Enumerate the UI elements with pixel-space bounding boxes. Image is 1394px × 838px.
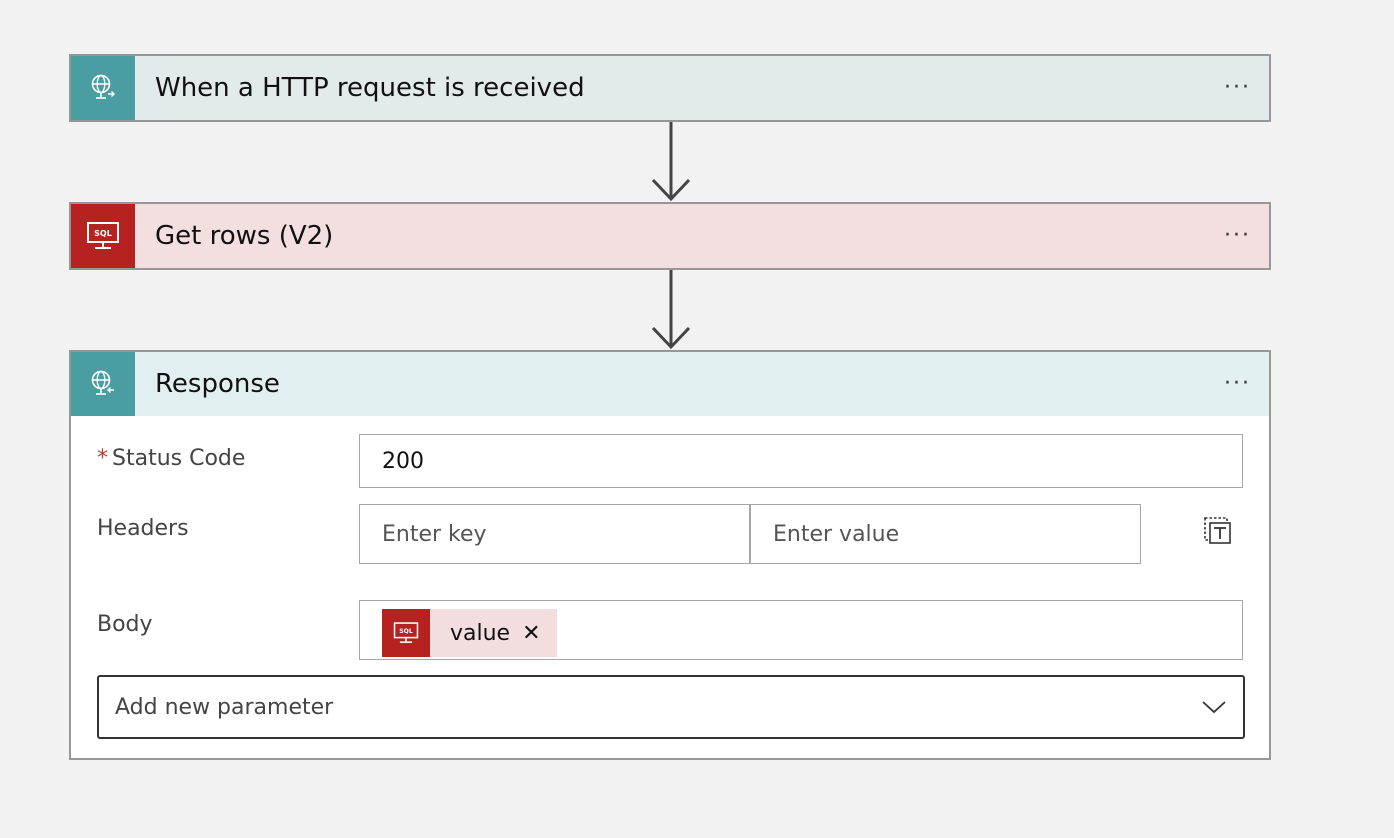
- add-new-parameter-dropdown[interactable]: Add new parameter: [97, 675, 1245, 739]
- chevron-down-icon: [1202, 701, 1226, 714]
- token-label: value: [450, 620, 511, 646]
- get-rows-card-header[interactable]: SQL Get rows (V2) ···: [71, 204, 1269, 268]
- http-response-icon: [71, 352, 135, 416]
- response-card-header[interactable]: Response ···: [71, 352, 1269, 416]
- status-code-label-text: Status Code: [112, 446, 246, 471]
- text-mode-icon[interactable]: [1201, 514, 1233, 546]
- status-code-value: 200: [382, 448, 424, 474]
- header-value-input[interactable]: Enter value: [750, 504, 1141, 564]
- trigger-more-options-button[interactable]: ···: [1224, 77, 1251, 99]
- required-mark: *: [97, 446, 108, 471]
- trigger-title: When a HTTP request is received: [155, 73, 585, 103]
- status-code-input[interactable]: 200: [359, 434, 1243, 488]
- get-rows-title: Get rows (V2): [155, 221, 334, 251]
- response-card[interactable]: Response ··· * Status Code 200 Headers En…: [69, 350, 1271, 760]
- headers-label: Headers: [97, 516, 189, 541]
- header-key-placeholder: Enter key: [382, 521, 487, 547]
- body-input[interactable]: SQL value ✕: [359, 600, 1243, 660]
- get-rows-more-options-button[interactable]: ···: [1224, 225, 1251, 247]
- trigger-card[interactable]: When a HTTP request is received ···: [69, 54, 1271, 122]
- svg-text:SQL: SQL: [399, 628, 413, 635]
- response-more-options-button[interactable]: ···: [1224, 373, 1251, 395]
- trigger-card-header[interactable]: When a HTTP request is received ···: [71, 56, 1269, 120]
- remove-token-button[interactable]: ✕: [522, 621, 540, 646]
- get-rows-card[interactable]: SQL Get rows (V2) ···: [69, 202, 1271, 270]
- svg-text:SQL: SQL: [94, 229, 112, 238]
- dynamic-content-token[interactable]: SQL value ✕: [382, 609, 557, 657]
- response-title: Response: [155, 369, 280, 399]
- header-value-placeholder: Enter value: [773, 521, 900, 547]
- http-request-icon: [71, 56, 135, 120]
- sql-icon: SQL: [71, 204, 135, 268]
- body-label: Body: [97, 612, 153, 637]
- status-code-label: * Status Code: [97, 446, 245, 471]
- flow-arrow-icon: [651, 122, 691, 202]
- add-new-parameter-label: Add new parameter: [115, 694, 334, 720]
- header-key-input[interactable]: Enter key: [359, 504, 750, 564]
- sql-icon: SQL: [382, 609, 430, 657]
- flow-arrow-icon: [651, 270, 691, 350]
